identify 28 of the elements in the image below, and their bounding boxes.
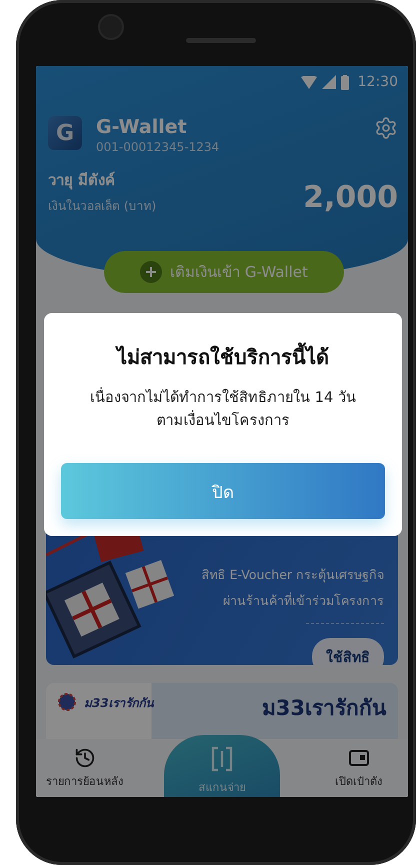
wallet-title: G-Wallet bbox=[96, 116, 188, 138]
nav-item[interactable]: รายการย้อนหลัง bbox=[46, 746, 123, 790]
voucher-text: สิทธิ E-Voucher กระตุ้นเศรษฐกิจ bbox=[202, 566, 384, 584]
speaker-grille bbox=[186, 38, 256, 43]
use-voucher-button[interactable]: ใช้สิทธิ bbox=[312, 638, 384, 665]
app-logo: G bbox=[48, 116, 82, 150]
close-button[interactable]: ปิด bbox=[61, 463, 385, 519]
signal-icon bbox=[322, 75, 336, 89]
balance-amount: 2,000 bbox=[303, 180, 398, 215]
promo-card[interactable]: ม33เรารักกัน ม33เรารักกัน bbox=[46, 683, 398, 739]
scan-icon bbox=[209, 746, 235, 772]
badge-logo-icon bbox=[56, 691, 78, 713]
status-time: 12:30 bbox=[358, 74, 398, 90]
settings-icon[interactable] bbox=[374, 116, 398, 140]
dialog-message: เนื่องจากไม่ได้ทำการใช้สิทธิภายใน 14 วัน ตามเงื่อนไขโครงการ bbox=[90, 385, 356, 431]
history-icon bbox=[74, 746, 96, 768]
battery-icon bbox=[340, 74, 349, 90]
promo-title: ม33เรารักกัน bbox=[262, 695, 386, 722]
promo-badge-label: ม33เรารักกัน bbox=[84, 694, 154, 712]
balance-label: เงินในวอลเล็ต (บาท) bbox=[48, 198, 156, 215]
account-number: 001-00012345-1234 bbox=[96, 140, 220, 154]
plus-icon bbox=[140, 261, 162, 283]
nav-item[interactable]: เปิดเป๋าตัง bbox=[335, 746, 382, 790]
scan-pay-button[interactable]: สแกนจ่าย bbox=[164, 735, 280, 797]
voucher-text: ผ่านร้านค้าที่เข้าร่วมโครงการ bbox=[223, 591, 384, 610]
dialog-title: ไม่สามารถใช้บริการนี้ได้ bbox=[117, 341, 329, 373]
owner-name: วายุ มีตังค์ bbox=[48, 170, 116, 192]
wifi-icon bbox=[300, 76, 317, 88]
